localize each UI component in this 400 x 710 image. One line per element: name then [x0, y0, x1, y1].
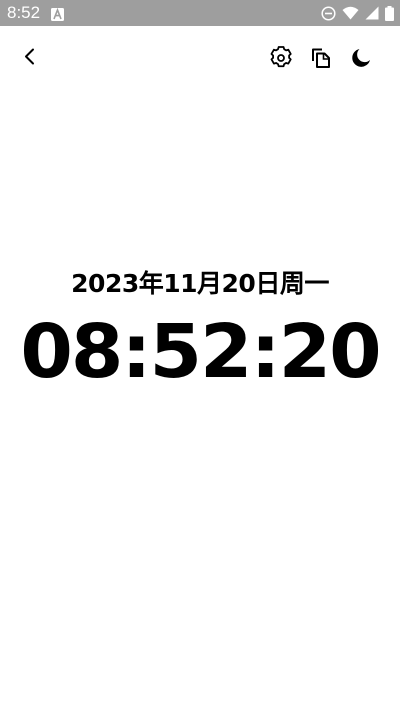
font-a-icon: [51, 6, 64, 21]
back-arrow-icon: [18, 46, 42, 74]
toolbar: [0, 40, 400, 80]
time-display: 08:52:20: [20, 309, 381, 395]
battery-icon: [385, 5, 394, 21]
wifi-icon: [342, 6, 359, 20]
back-button[interactable]: [18, 48, 42, 72]
status-bar: 8:52: [0, 0, 400, 26]
date-display: 2023年11月20日周一: [71, 269, 329, 298]
clock-screen: 8:52 2023年11月20日周一 08:52:20: [0, 0, 400, 710]
night-mode-button[interactable]: [349, 48, 373, 72]
night-mode-icon: [349, 46, 373, 74]
settings-icon: [269, 46, 293, 74]
settings-button[interactable]: [269, 46, 293, 74]
copy-button[interactable]: [309, 48, 333, 72]
status-time: 8:52: [7, 3, 41, 22]
do-not-disturb-icon: [321, 5, 336, 21]
status-icons: [321, 5, 394, 21]
cellular-signal-icon: [365, 6, 379, 20]
copy-icon: [309, 46, 333, 74]
